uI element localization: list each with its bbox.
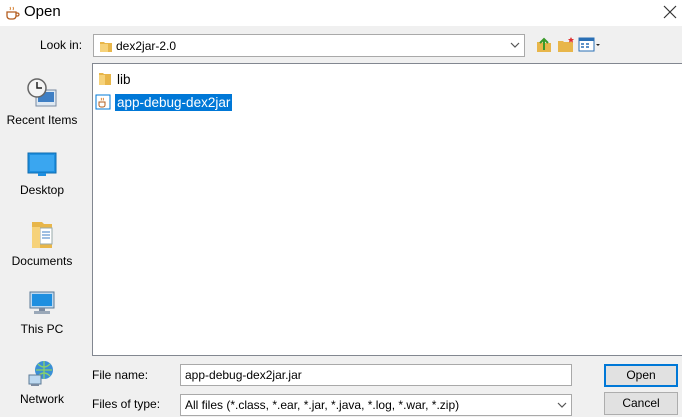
folder-icon [100,42,112,52]
place-label: Recent Items [6,113,78,127]
place-label: This PC [20,322,64,336]
chevron-down-icon[interactable] [506,35,524,56]
network-icon [28,361,53,386]
place-label: Desktop [19,183,65,197]
place-network[interactable]: Network [0,359,84,406]
new-folder-icon[interactable] [556,35,576,55]
jar-file-icon [95,94,111,110]
file-name-label: File name: [92,368,149,382]
file-type-label: Files of type: [92,397,161,411]
file-type-combo[interactable]: All files (*.class, *.ear, *.jar, *.java… [180,394,572,416]
desktop-icon [27,152,57,176]
this-pc-icon [29,291,55,314]
place-desktop[interactable]: Desktop [0,150,84,197]
cancel-button[interactable]: Cancel [604,392,678,415]
java-coffee-icon [6,6,20,20]
dialog-body: Look in: dex2jar-2.0 Recent Items Deskto… [0,26,682,417]
view-menu-icon[interactable] [578,35,602,55]
folder-icon [99,73,111,85]
place-label: Network [19,392,64,406]
title-bar: Open [0,0,682,26]
list-item-app-debug-dex2jar[interactable]: app-debug-dex2jar [95,92,233,112]
recent-items-icon [27,78,57,107]
look-in-value: dex2jar-2.0 [116,39,177,53]
place-this-pc[interactable]: This PC [0,289,84,336]
look-in-label: Look in: [40,38,83,52]
file-name-field[interactable]: app-debug-dex2jar.jar [180,364,572,386]
look-in-combo[interactable]: dex2jar-2.0 [93,34,525,57]
up-one-level-icon[interactable] [534,35,554,55]
file-list[interactable]: lib app-debug-dex2jar [92,63,682,356]
window-title: Open [24,3,61,20]
file-type-value: All files (*.class, *.ear, *.jar, *.java… [185,398,460,412]
file-name-label: app-debug-dex2jar [115,93,233,111]
documents-icon [32,222,53,248]
chevron-down-icon[interactable] [553,395,571,415]
list-item-lib[interactable]: lib [97,69,131,89]
close-icon[interactable] [656,0,682,26]
file-name-label: lib [117,71,131,87]
open-button[interactable]: Open [604,364,678,387]
place-recent-items[interactable]: Recent Items [0,76,84,127]
place-label: Documents [11,254,73,268]
place-documents[interactable]: Documents [0,219,84,268]
